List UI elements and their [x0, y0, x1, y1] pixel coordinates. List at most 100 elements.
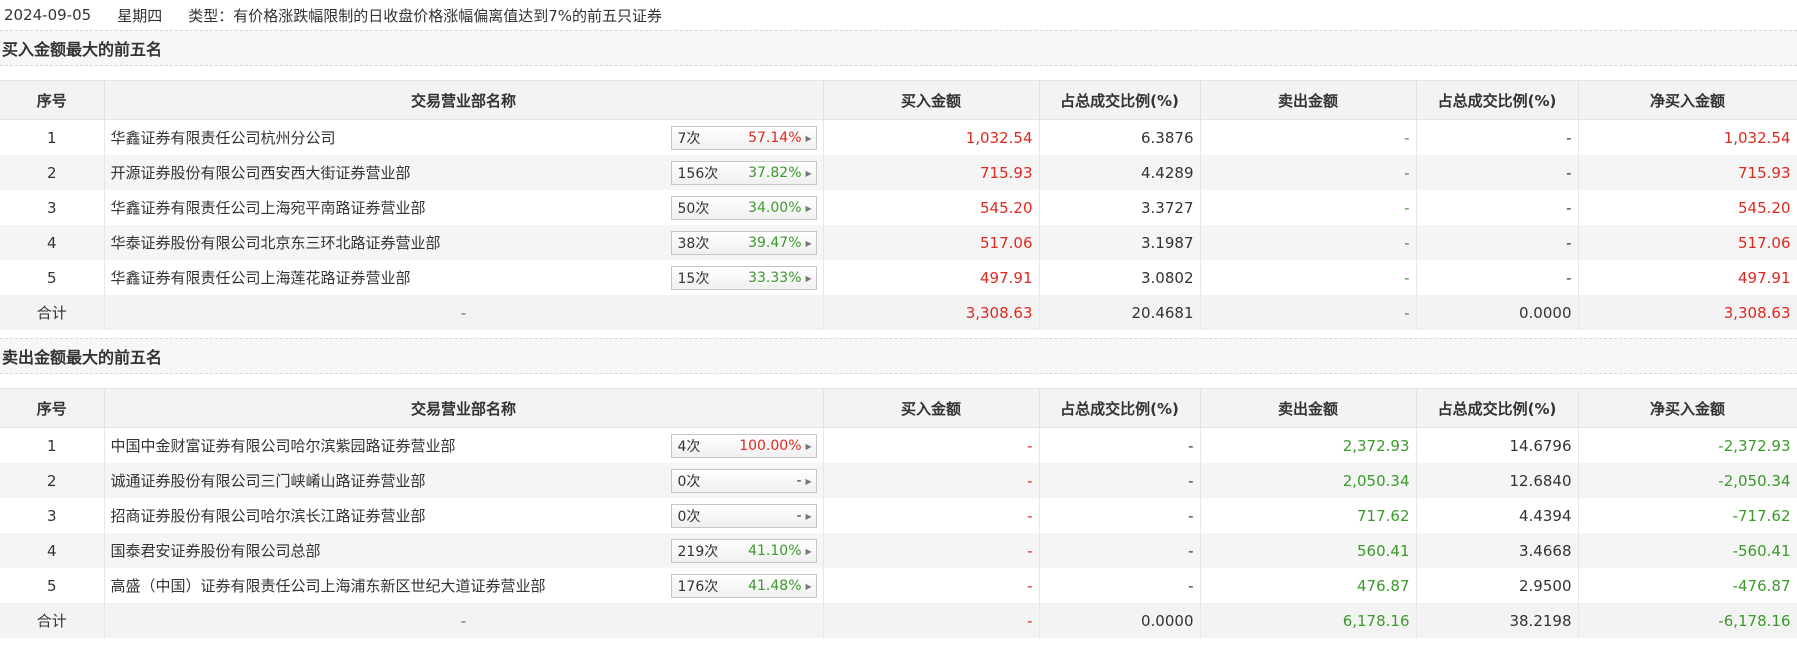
col-sell-ratio: 占总成交比例(%)	[1416, 388, 1579, 428]
buy-amount: -	[823, 533, 1040, 568]
weekday: 星期四	[117, 6, 163, 25]
history-stats-button[interactable]: 0次 - ▶	[670, 469, 817, 493]
sell-ratio: -	[1416, 190, 1579, 225]
net-amount: -2,050.34	[1578, 463, 1797, 498]
row-index: 2	[0, 463, 105, 498]
col-sell: 卖出金额	[1200, 388, 1417, 428]
table-header-row: 序号 交易营业部名称 买入金额 占总成交比例(%) 卖出金额 占总成交比例(%)…	[0, 80, 1797, 120]
buy-amount: 517.06	[823, 225, 1040, 260]
col-buy-ratio: 占总成交比例(%)	[1039, 388, 1201, 428]
branch-name[interactable]: 招商证券股份有限公司哈尔滨长江路证券营业部	[111, 507, 426, 525]
branch-name-cell: 华鑫证券有限责任公司上海宛平南路证券营业部 50次 34.00% ▶	[104, 190, 824, 225]
branch-name-cell: 高盛（中国）证券有限责任公司上海浦东新区世纪大道证券营业部 176次 41.48% ▶	[104, 568, 824, 603]
branch-name[interactable]: 华泰证券股份有限公司北京东三环北路证券营业部	[111, 234, 441, 252]
history-stats-button[interactable]: 219次 41.10% ▶	[670, 539, 817, 563]
history-stats-button[interactable]: 7次 57.14% ▶	[670, 126, 817, 150]
sell-amount: 717.62	[1200, 498, 1417, 533]
total-sell: -	[1200, 295, 1417, 330]
history-stats-button[interactable]: 4次 100.00% ▶	[670, 434, 817, 458]
buy-amount: 545.20	[823, 190, 1040, 225]
sell-amount: -	[1200, 225, 1417, 260]
total-buy-ratio: 0.0000	[1039, 603, 1201, 638]
buy-amount: 715.93	[823, 155, 1040, 190]
col-idx: 序号	[0, 80, 105, 120]
caret-right-icon: ▶	[805, 546, 812, 556]
branch-name[interactable]: 国泰君安证券股份有限公司总部	[111, 542, 321, 560]
header-bar: 2024-09-05 星期四 类型：有价格涨跌幅限制的日收盘价格涨幅偏离值达到7…	[0, 0, 1797, 30]
sell-ratio: 3.4668	[1416, 533, 1579, 568]
history-stats-button[interactable]: 50次 34.00% ▶	[670, 196, 817, 220]
col-name: 交易营业部名称	[104, 80, 824, 120]
branch-name[interactable]: 开源证券股份有限公司西安西大街证券营业部	[111, 164, 411, 182]
win-rate: 57.14%	[748, 130, 802, 146]
total-name: -	[104, 603, 824, 638]
branch-name[interactable]: 华鑫证券有限责任公司杭州分公司	[111, 129, 336, 147]
type-description: 类型：有价格涨跌幅限制的日收盘价格涨幅偏离值达到7%的前五只证券	[188, 6, 663, 25]
history-stats-button[interactable]: 176次 41.48% ▶	[670, 574, 817, 598]
sell-amount: 560.41	[1200, 533, 1417, 568]
row-index: 4	[0, 225, 105, 260]
sell-amount: -	[1200, 260, 1417, 295]
col-name: 交易营业部名称	[104, 388, 824, 428]
sell-amount: -	[1200, 119, 1417, 155]
sell-ratio: 12.6840	[1416, 463, 1579, 498]
buy-amount: 497.91	[823, 260, 1040, 295]
col-buy-ratio: 占总成交比例(%)	[1039, 80, 1201, 120]
table-row: 5 华鑫证券有限责任公司上海莲花路证券营业部 15次 33.33% ▶ 497.91 3.0…	[0, 260, 1797, 295]
sell-ratio: 2.9500	[1416, 568, 1579, 603]
sell-amount: 2,050.34	[1200, 463, 1417, 498]
buy-section-title: 买入金额最大的前五名	[0, 30, 1797, 66]
caret-right-icon: ▶	[805, 511, 812, 521]
table-row: 1 中国中金财富证券有限公司哈尔滨紫园路证券营业部 4次 100.00% ▶ - -2,37…	[0, 427, 1797, 463]
buy-ratio: -	[1039, 533, 1201, 568]
win-rate: -	[796, 473, 802, 489]
branch-name[interactable]: 华鑫证券有限责任公司上海宛平南路证券营业部	[111, 199, 426, 217]
sell-amount: 476.87	[1200, 568, 1417, 603]
buy-ratio: 3.3727	[1039, 190, 1201, 225]
branch-name[interactable]: 华鑫证券有限责任公司上海莲花路证券营业部	[111, 269, 411, 287]
sell-amount: 2,372.93	[1200, 427, 1417, 463]
history-stats-button[interactable]: 38次 39.47% ▶	[670, 231, 817, 255]
branch-name-cell: 国泰君安证券股份有限公司总部 219次 41.10% ▶	[104, 533, 824, 568]
appearance-count: 7次	[677, 131, 701, 147]
branch-name-cell: 华鑫证券有限责任公司杭州分公司 7次 57.14% ▶	[104, 119, 824, 155]
buy-ratio: 3.1987	[1039, 225, 1201, 260]
net-amount: 715.93	[1578, 155, 1797, 190]
sell-section-title: 卖出金额最大的前五名	[0, 338, 1797, 374]
history-stats-button[interactable]: 15次 33.33% ▶	[670, 266, 817, 290]
row-index: 4	[0, 533, 105, 568]
table-row: 4 华泰证券股份有限公司北京东三环北路证券营业部 38次 39.47% ▶ 517.06 3…	[0, 225, 1797, 260]
sell-ratio: -	[1416, 260, 1579, 295]
total-row: 合计 - -0.0000 6,178.16 38.2198 -6,178.16	[0, 603, 1797, 638]
win-rate: 39.47%	[748, 235, 802, 251]
total-net: -6,178.16	[1578, 603, 1797, 638]
col-net: 净买入金额	[1578, 80, 1797, 120]
col-idx: 序号	[0, 388, 105, 428]
branch-name[interactable]: 高盛（中国）证券有限责任公司上海浦东新区世纪大道证券营业部	[111, 577, 546, 595]
net-amount: 517.06	[1578, 225, 1797, 260]
win-rate: 34.00%	[748, 200, 802, 216]
history-stats-button[interactable]: 0次 - ▶	[670, 504, 817, 528]
history-stats-button[interactable]: 156次 37.82% ▶	[670, 161, 817, 185]
caret-right-icon: ▶	[805, 238, 812, 248]
total-row: 合计 -3,308.63 20.4681-0.0000 3,308.63	[0, 295, 1797, 330]
caret-right-icon: ▶	[805, 168, 812, 178]
table-row: 3 招商证券股份有限公司哈尔滨长江路证券营业部 0次 - ▶ - -717.62 4.4394…	[0, 498, 1797, 533]
win-rate: 33.33%	[748, 270, 802, 286]
appearance-count: 176次	[677, 579, 719, 595]
net-amount: 1,032.54	[1578, 119, 1797, 155]
row-index: 1	[0, 119, 105, 155]
branch-name[interactable]: 诚通证券股份有限公司三门峡崤山路证券营业部	[111, 472, 426, 490]
caret-right-icon: ▶	[805, 476, 812, 486]
col-buy: 买入金额	[823, 80, 1040, 120]
sell-amount: -	[1200, 155, 1417, 190]
caret-right-icon: ▶	[805, 203, 812, 213]
net-amount: -476.87	[1578, 568, 1797, 603]
table-row: 4 国泰君安证券股份有限公司总部 219次 41.10% ▶ - -560.41 3.4668…	[0, 533, 1797, 568]
sell-ratio: -	[1416, 119, 1579, 155]
table-header-row: 序号 交易营业部名称 买入金额 占总成交比例(%) 卖出金额 占总成交比例(%)…	[0, 388, 1797, 428]
total-label: 合计	[0, 295, 105, 330]
net-amount: -560.41	[1578, 533, 1797, 568]
branch-name[interactable]: 中国中金财富证券有限公司哈尔滨紫园路证券营业部	[111, 437, 456, 455]
win-rate: 100.00%	[739, 438, 802, 454]
